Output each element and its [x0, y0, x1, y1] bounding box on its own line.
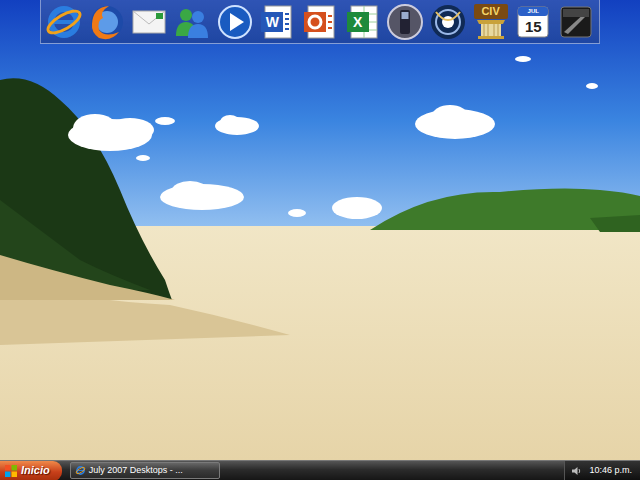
dock-item[interactable] [129, 2, 169, 42]
dock-item[interactable]: X [343, 2, 383, 42]
dock-item[interactable]: W [257, 2, 297, 42]
dock-item[interactable] [300, 2, 340, 42]
icon-label: X [347, 15, 369, 29]
dock-item[interactable] [428, 2, 468, 42]
icon-caption: JUL [513, 8, 553, 14]
dock-item[interactable] [385, 2, 425, 42]
dock-item[interactable]: JUL 15 [513, 2, 553, 42]
system-tray: 10:46 p.m. [564, 461, 640, 480]
media-player-icon [215, 2, 255, 42]
task-button[interactable]: July 2007 Desktops - ... [70, 462, 220, 479]
internet-explorer-icon [44, 2, 84, 42]
dock: W X CIVJUL 15 [40, 0, 600, 44]
start-button[interactable]: Inicio [0, 461, 62, 480]
dock-item[interactable] [215, 2, 255, 42]
desktop: W X CIVJUL 15 [0, 0, 640, 460]
orb-icon [428, 2, 468, 42]
excel-icon [343, 2, 383, 42]
dock-item[interactable] [44, 2, 84, 42]
task-label: July 2007 Desktops - ... [89, 464, 183, 478]
messenger-icon [172, 2, 212, 42]
speaker-icon[interactable] [571, 466, 581, 476]
internet-explorer-icon [75, 465, 86, 476]
powerpoint-icon [300, 2, 340, 42]
dock-item[interactable] [87, 2, 127, 42]
firefox-icon [87, 2, 127, 42]
clock[interactable]: 10:46 p.m. [589, 464, 632, 478]
icon-label: 15 [513, 19, 553, 34]
phone-icon [385, 2, 425, 42]
mail-icon [129, 2, 169, 42]
wallpaper [0, 0, 640, 460]
taskbar: Inicio July 2007 Desktops - ... 10:46 p.m. [0, 460, 640, 480]
windows-flag-icon [5, 465, 17, 477]
dock-item[interactable] [172, 2, 212, 42]
dark-app-icon [556, 2, 596, 42]
dock-item[interactable] [556, 2, 596, 42]
icon-label: CIV [471, 6, 511, 17]
dock-item[interactable]: CIV [471, 2, 511, 42]
start-label: Inicio [21, 462, 50, 479]
icon-label: W [261, 15, 283, 29]
